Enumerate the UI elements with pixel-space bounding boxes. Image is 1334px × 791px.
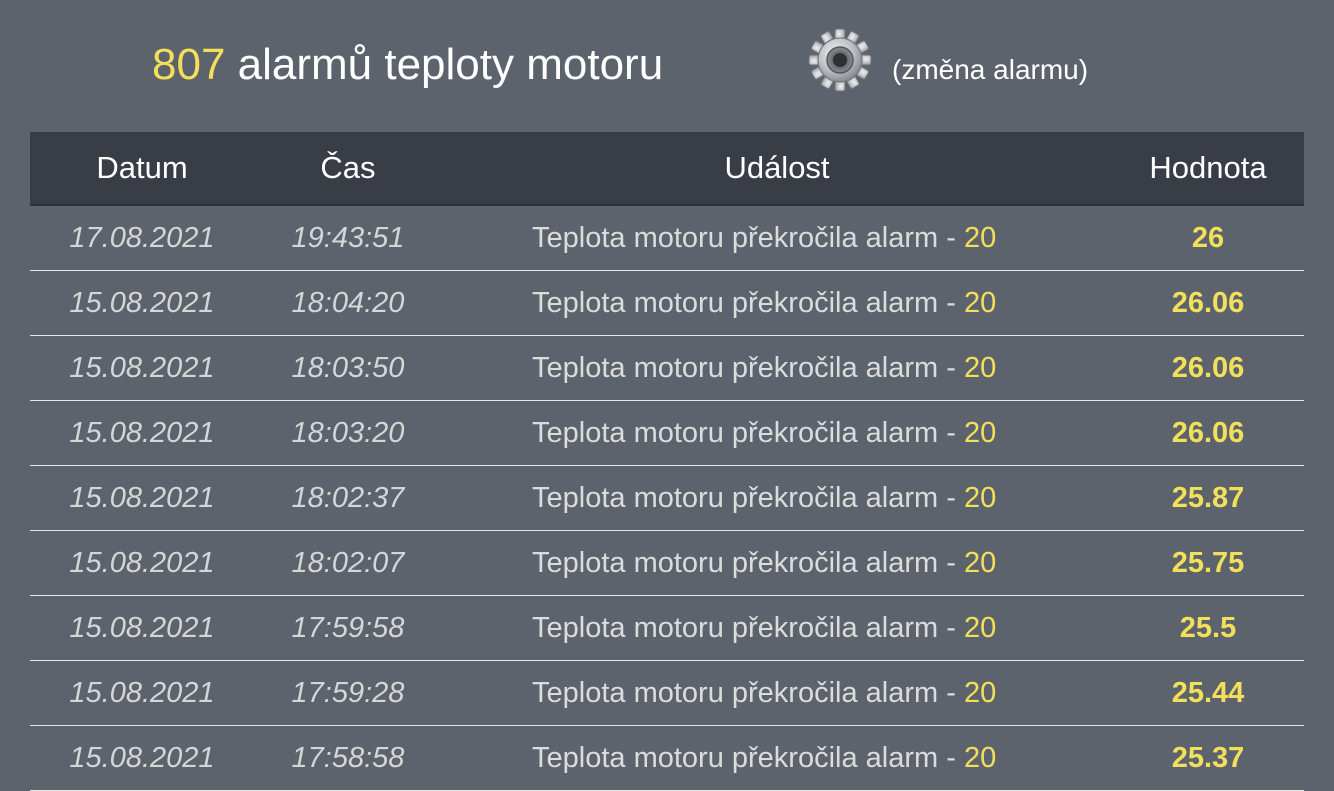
date-cell: 15.08.2021 xyxy=(69,352,215,384)
event-cell: Teplota motoru překročila alarm - 20 xyxy=(532,726,1132,790)
value-cell: 26.06 xyxy=(1171,352,1245,384)
value-cell: 26.06 xyxy=(1171,417,1245,449)
table-header: Datum Čas Událost Hodnota xyxy=(30,132,1304,206)
event-limit: 20 xyxy=(963,222,997,254)
event-cell: Teplota motoru překročila alarm - 20 xyxy=(532,661,1132,725)
event-limit: 20 xyxy=(963,547,997,579)
event-limit: 20 xyxy=(963,352,997,384)
time-cell: 18:03:20 xyxy=(291,417,405,449)
time-cell: 18:02:37 xyxy=(291,482,405,514)
time-cell: 18:03:50 xyxy=(291,352,405,384)
value-cell: 25.37 xyxy=(1171,742,1245,774)
event-cell: Teplota motoru překročila alarm - 20 xyxy=(532,466,1132,530)
date-cell: 15.08.2021 xyxy=(69,482,215,514)
value-cell: 25.44 xyxy=(1171,677,1245,709)
alarm-count: 807 xyxy=(152,40,226,89)
event-cell: Teplota motoru překročila alarm - 20 xyxy=(532,271,1132,335)
time-cell: 18:02:07 xyxy=(291,547,405,579)
table-row[interactable]: 15.08.2021 18:03:20 Teplota motoru překr… xyxy=(30,401,1304,466)
gear-icon[interactable] xyxy=(806,26,874,94)
event-limit: 20 xyxy=(963,677,997,709)
event-cell: Teplota motoru překročila alarm - 20 xyxy=(532,531,1132,595)
event-cell: Teplota motoru překročila alarm - 20 xyxy=(532,596,1132,660)
date-cell: 15.08.2021 xyxy=(69,612,215,644)
table-row[interactable]: 15.08.2021 17:58:58 Teplota motoru překr… xyxy=(30,726,1304,791)
time-cell: 19:43:51 xyxy=(291,222,405,254)
event-text: Teplota motoru překročila alarm - xyxy=(532,352,964,384)
event-text: Teplota motoru překročila alarm - xyxy=(532,417,964,449)
event-text: Teplota motoru překročila alarm - xyxy=(532,742,964,774)
table-row[interactable]: 15.08.2021 17:59:28 Teplota motoru překr… xyxy=(30,661,1304,726)
table-row[interactable]: 15.08.2021 18:02:07 Teplota motoru překr… xyxy=(30,531,1304,596)
title-text: alarmů teploty motoru xyxy=(225,40,664,89)
table-row[interactable]: 15.08.2021 18:03:50 Teplota motoru překr… xyxy=(30,336,1304,401)
value-cell: 25.87 xyxy=(1171,482,1245,514)
date-cell: 15.08.2021 xyxy=(69,677,215,709)
event-limit: 20 xyxy=(963,742,997,774)
event-text: Teplota motoru překročila alarm - xyxy=(532,547,964,579)
event-limit: 20 xyxy=(963,287,997,319)
alarm-table: Datum Čas Událost Hodnota 17.08.2021 19:… xyxy=(30,132,1304,791)
value-cell: 26 xyxy=(1191,222,1225,254)
time-cell: 17:59:28 xyxy=(291,677,405,709)
event-text: Teplota motoru překročila alarm - xyxy=(532,222,964,254)
table-row[interactable]: 15.08.2021 18:02:37 Teplota motoru překr… xyxy=(30,466,1304,531)
event-limit: 20 xyxy=(963,482,997,514)
event-limit: 20 xyxy=(963,417,997,449)
date-cell: 15.08.2021 xyxy=(69,417,215,449)
page-title: 807 alarmů teploty motoru xyxy=(152,38,663,92)
event-text: Teplota motoru překročila alarm - xyxy=(532,287,964,319)
date-cell: 15.08.2021 xyxy=(69,287,215,319)
value-cell: 25.75 xyxy=(1171,547,1245,579)
event-text: Teplota motoru překročila alarm - xyxy=(532,677,964,709)
time-cell: 18:04:20 xyxy=(291,287,405,319)
event-cell: Teplota motoru překročila alarm - 20 xyxy=(532,336,1132,400)
table-row[interactable]: 15.08.2021 18:04:20 Teplota motoru překr… xyxy=(30,271,1304,336)
value-cell: 26.06 xyxy=(1171,287,1245,319)
column-header-event[interactable]: Událost xyxy=(477,132,1077,204)
event-limit: 20 xyxy=(963,612,997,644)
date-cell: 17.08.2021 xyxy=(69,222,215,254)
event-text: Teplota motoru překročila alarm - xyxy=(532,612,964,644)
table-row[interactable]: 15.08.2021 17:59:58 Teplota motoru překr… xyxy=(30,596,1304,661)
event-cell: Teplota motoru překročila alarm - 20 xyxy=(532,206,1132,270)
page-header: 807 alarmů teploty motoru (změna alarmu) xyxy=(0,0,1334,132)
change-alarm-link[interactable]: (změna alarmu) xyxy=(892,52,1088,88)
event-cell: Teplota motoru překročila alarm - 20 xyxy=(532,401,1132,465)
table-row[interactable]: 17.08.2021 19:43:51 Teplota motoru překr… xyxy=(30,206,1304,271)
column-header-time[interactable]: Čas xyxy=(258,132,438,204)
column-header-value[interactable]: Hodnota xyxy=(1128,132,1288,204)
column-header-date[interactable]: Datum xyxy=(52,132,232,204)
time-cell: 17:59:58 xyxy=(291,612,405,644)
date-cell: 15.08.2021 xyxy=(69,547,215,579)
time-cell: 17:58:58 xyxy=(291,742,405,774)
date-cell: 15.08.2021 xyxy=(69,742,215,774)
value-cell: 25.5 xyxy=(1179,612,1237,644)
event-text: Teplota motoru překročila alarm - xyxy=(532,482,964,514)
